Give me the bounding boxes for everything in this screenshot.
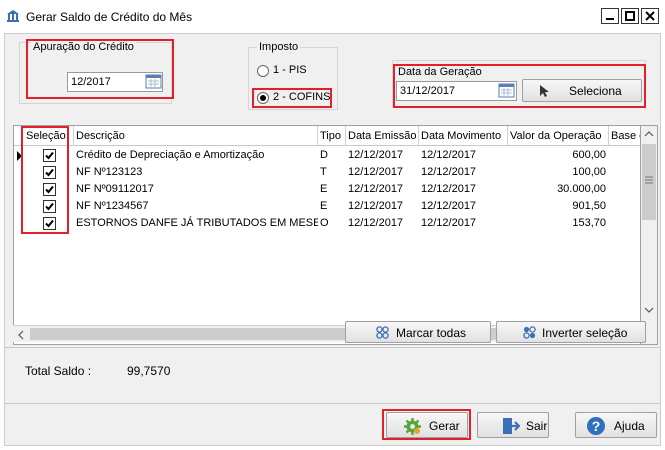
tipo-cell: E xyxy=(320,183,328,195)
descricao-cell: NF Nº09112017 xyxy=(76,183,154,195)
close-button[interactable] xyxy=(641,8,659,24)
svg-text:?: ? xyxy=(592,418,601,434)
sair-label: Sair xyxy=(526,419,548,433)
table-row[interactable]: NF Nº09112017 E 12/12/2017 12/12/2017 30.000… xyxy=(14,181,640,198)
cursor-icon xyxy=(540,85,549,97)
credit-table: Seleção Descrição Tipo Data Emissão Data Mov… xyxy=(13,125,641,345)
data-movimento-cell: 12/12/2017 xyxy=(421,183,477,195)
radio-pis-label[interactable]: 1 - PIS xyxy=(273,64,307,76)
inverter-selecao-label: Inverter seleção xyxy=(542,326,628,340)
data-emissao-cell: 12/12/2017 xyxy=(348,183,404,195)
tipo-cell: T xyxy=(320,166,327,178)
radio-selected-dot xyxy=(260,95,266,101)
data-movimento-cell: 12/12/2017 xyxy=(421,200,477,212)
marcar-todas-label: Marcar todas xyxy=(396,326,467,340)
table-row[interactable]: Crédito de Depreciação e Amortização D 12/… xyxy=(14,147,640,164)
window-title: Gerar Saldo de Crédito do Mês xyxy=(26,10,193,24)
data-movimento-cell: 12/12/2017 xyxy=(421,166,477,178)
data-emissao-cell: 12/12/2017 xyxy=(348,166,404,178)
column-header[interactable]: Tipo xyxy=(318,126,346,146)
apuracao-value: 12/2017 xyxy=(71,76,111,88)
radio-cofins[interactable] xyxy=(257,92,269,104)
valor-cell: 153,70 xyxy=(572,217,606,229)
calendar-icon[interactable] xyxy=(145,74,162,89)
tipo-cell: O xyxy=(320,217,329,229)
inverter-selecao-button[interactable]: Inverter seleção xyxy=(496,321,646,343)
apuracao-title: Apuração do Crédito xyxy=(31,41,136,53)
ajuda-button[interactable]: ? Ajuda xyxy=(575,412,657,438)
valor-cell: 600,00 xyxy=(572,149,606,161)
select-all-icon xyxy=(376,326,389,339)
scroll-down-icon[interactable] xyxy=(644,306,654,314)
scroll-up-icon[interactable] xyxy=(644,130,654,138)
column-header[interactable]: Data Emissão xyxy=(346,126,419,146)
marcar-todas-button[interactable]: Marcar todas xyxy=(345,321,491,343)
total-saldo-value: 99,7570 xyxy=(127,364,171,378)
table-row[interactable]: ESTORNOS DANFE JÁ TRIBUTADOS EM MESES AI… xyxy=(14,215,640,232)
maximize-button[interactable] xyxy=(621,8,639,24)
data-geracao-title: Data da Geração xyxy=(396,66,484,78)
seleciona-button[interactable]: Seleciona xyxy=(522,79,642,102)
data-movimento-cell: 12/12/2017 xyxy=(421,149,477,161)
column-header[interactable]: Base c xyxy=(609,126,640,146)
help-icon: ? xyxy=(587,417,605,435)
descricao-cell: Crédito de Depreciação e Amortização xyxy=(76,149,265,161)
table-header: Seleção Descrição Tipo Data Emissão Data Mov… xyxy=(14,126,640,146)
tipo-cell: E xyxy=(320,200,328,212)
minimize-button[interactable] xyxy=(601,8,619,24)
column-header[interactable]: Data Movimento xyxy=(419,126,508,146)
data-movimento-cell: 12/12/2017 xyxy=(421,217,477,229)
column-header[interactable]: Valor da Operação xyxy=(508,126,609,146)
minimize-icon xyxy=(606,18,614,20)
table-row[interactable]: NF Nº123123 T 12/12/2017 12/12/2017 100,00 xyxy=(14,164,640,181)
separator xyxy=(5,403,660,404)
maximize-icon xyxy=(625,11,635,21)
close-icon xyxy=(645,11,655,21)
sair-button[interactable]: Sair xyxy=(477,412,549,438)
gerar-label: Gerar xyxy=(429,419,460,433)
total-saldo-label: Total Saldo : xyxy=(25,364,92,378)
descricao-cell: ESTORNOS DANFE JÁ TRIBUTADOS EM MESES AI xyxy=(76,217,318,229)
scroll-thumb[interactable] xyxy=(642,144,656,220)
data-geracao-value: 31/12/2017 xyxy=(400,85,456,97)
descricao-cell: NF Nº1234567 xyxy=(76,200,149,212)
grip-icon xyxy=(645,176,653,184)
vertical-scrollbar[interactable] xyxy=(641,125,658,345)
title-bar: Gerar Saldo de Crédito do Mês xyxy=(0,0,665,33)
gerar-button[interactable]: Gerar xyxy=(386,412,468,438)
data-emissao-cell: 12/12/2017 xyxy=(348,149,404,161)
valor-cell: 30.000,00 xyxy=(557,183,606,195)
valor-cell: 100,00 xyxy=(572,166,606,178)
data-emissao-cell: 12/12/2017 xyxy=(348,217,404,229)
valor-cell: 901,50 xyxy=(572,200,606,212)
bank-icon xyxy=(7,10,19,22)
radio-pis[interactable] xyxy=(257,65,269,77)
gear-icon xyxy=(404,418,421,435)
data-emissao-cell: 12/12/2017 xyxy=(348,200,404,212)
invert-selection-icon xyxy=(523,326,536,339)
dialog-body: Apuração do Crédito 12/2017 Imposto 1 - … xyxy=(4,33,661,446)
table-row[interactable]: NF Nº1234567 E 12/12/2017 12/12/2017 901,50 xyxy=(14,198,640,215)
ajuda-label: Ajuda xyxy=(614,419,645,433)
imposto-title: Imposto xyxy=(257,41,301,53)
calendar-icon[interactable] xyxy=(498,83,515,98)
separator xyxy=(5,347,660,348)
descricao-cell: NF Nº123123 xyxy=(76,166,143,178)
seleciona-label: Seleciona xyxy=(569,84,622,98)
tipo-cell: D xyxy=(320,149,328,161)
radio-cofins-label[interactable]: 2 - COFINS xyxy=(273,91,330,103)
exit-icon xyxy=(503,418,520,434)
scroll-left-icon[interactable] xyxy=(17,330,25,340)
highlight-selecao-column xyxy=(21,126,69,234)
column-header[interactable]: Descrição xyxy=(74,126,318,146)
